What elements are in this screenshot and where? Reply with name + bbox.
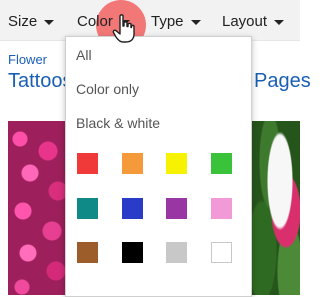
- result-title-left[interactable]: Tattoos: [8, 70, 72, 93]
- size-filter-label: Size: [8, 12, 38, 30]
- swatch-white[interactable]: [211, 242, 232, 263]
- color-filter-label: Color: [77, 12, 113, 30]
- type-filter-button[interactable]: Type: [151, 12, 201, 30]
- color-dropdown-menu: All Color only Black & white: [65, 36, 252, 297]
- result-image-flowers[interactable]: [8, 121, 70, 295]
- size-filter-button[interactable]: Size: [8, 12, 55, 30]
- swatch-gray[interactable]: [166, 242, 187, 263]
- swatch-blue[interactable]: [122, 198, 143, 219]
- swatch-red[interactable]: [77, 153, 98, 174]
- layout-filter-button[interactable]: Layout: [222, 12, 285, 30]
- swatch-brown[interactable]: [77, 242, 98, 263]
- swatch-pink[interactable]: [211, 198, 232, 219]
- hand-pointer-icon: [112, 14, 135, 43]
- swatch-green[interactable]: [211, 153, 232, 174]
- result-image-petunia[interactable]: [250, 121, 300, 295]
- type-filter-label: Type: [151, 12, 184, 30]
- breadcrumb[interactable]: Flower: [8, 52, 47, 67]
- swatch-teal[interactable]: [77, 198, 98, 219]
- menu-item-all[interactable]: All: [76, 47, 92, 63]
- layout-filter-label: Layout: [222, 12, 268, 30]
- swatch-black[interactable]: [122, 242, 143, 263]
- chevron-down-icon: [190, 19, 201, 25]
- search-tools-toolbar: Size Type Layout: [0, 0, 300, 41]
- swatch-yellow[interactable]: [166, 153, 187, 174]
- result-title-right[interactable]: Pages: [254, 70, 311, 93]
- chevron-down-icon: [44, 19, 55, 25]
- swatch-purple[interactable]: [166, 198, 187, 219]
- menu-item-color-only[interactable]: Color only: [76, 81, 139, 97]
- swatch-orange[interactable]: [122, 153, 143, 174]
- chevron-down-icon: [274, 19, 285, 25]
- menu-item-black-white[interactable]: Black & white: [76, 115, 160, 131]
